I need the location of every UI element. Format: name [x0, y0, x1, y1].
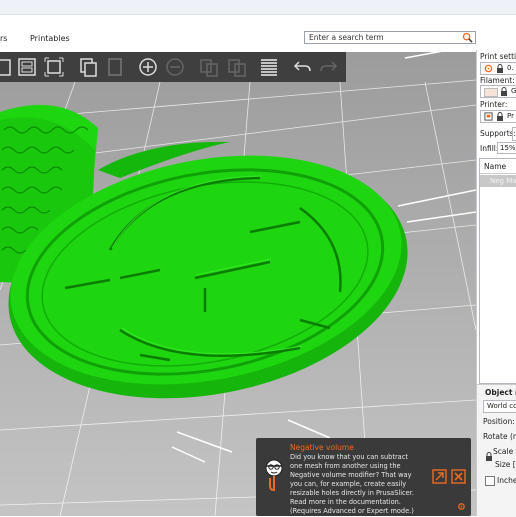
- position-label: Position:: [483, 417, 515, 426]
- print-settings-combo[interactable]: 0.: [480, 62, 516, 75]
- documentation-icon[interactable]: [432, 469, 447, 484]
- copy-objects-icon[interactable]: [77, 56, 99, 78]
- filament-combo[interactable]: G: [480, 85, 516, 98]
- supports-combo[interactable]: [512, 127, 516, 141]
- lock-icon: [501, 87, 507, 96]
- search-icon[interactable]: [462, 32, 473, 43]
- scale-label: Scale f: [493, 447, 516, 456]
- arrange-selection-icon[interactable]: [43, 56, 65, 78]
- hint-body: Did you know that you can subtract one m…: [290, 453, 414, 515]
- undo-icon[interactable]: [291, 56, 313, 78]
- object-manipulation-label: Object ma: [485, 388, 516, 397]
- remove-instance-icon[interactable]: [164, 56, 186, 78]
- print-settings-value: 0.: [507, 64, 514, 72]
- close-icon[interactable]: [451, 469, 466, 484]
- hint-notification: Negative volume Did you know that you ca…: [256, 438, 471, 516]
- rotate-label: Rotate (rel: [483, 432, 516, 441]
- print-settings-label: Print setting: [480, 52, 516, 61]
- split-objects-icon[interactable]: [198, 56, 220, 78]
- filament-label: Filament:: [480, 76, 515, 85]
- object-list[interactable]: Name Neg Ma: [479, 158, 516, 384]
- infill-value: 15%: [500, 144, 516, 152]
- paste-icon[interactable]: [104, 56, 126, 78]
- size-label: Size [V: [495, 460, 516, 469]
- redo-icon[interactable]: [318, 56, 340, 78]
- arrange-icon[interactable]: [16, 56, 38, 78]
- add-instance-icon[interactable]: [137, 56, 159, 78]
- search-input[interactable]: [307, 32, 461, 43]
- filament-value: G: [511, 87, 516, 95]
- menu-item-printables[interactable]: Printables: [30, 34, 70, 43]
- filament-color-icon[interactable]: [484, 88, 498, 97]
- layers-editing-icon[interactable]: [258, 56, 280, 78]
- split-parts-icon[interactable]: [226, 56, 248, 78]
- coordinates-combo[interactable]: World co: [483, 400, 516, 413]
- lock-icon: [497, 112, 503, 121]
- top-toolbar: [0, 52, 346, 82]
- copy-icon[interactable]: [0, 56, 14, 78]
- gear-icon[interactable]: [457, 502, 466, 511]
- printer-icon: [484, 112, 493, 121]
- lock-icon[interactable]: [485, 452, 493, 461]
- printer-value: Pr: [507, 112, 514, 120]
- inches-checkbox[interactable]: [485, 476, 495, 486]
- print-settings-icon: [484, 64, 493, 73]
- object-list-header: Name: [484, 162, 507, 171]
- printer-combo[interactable]: Pr: [480, 110, 516, 123]
- list-item[interactable]: Neg Ma: [480, 175, 516, 187]
- right-sidebar: Print setting 0. Filament: G Printer: Pr…: [476, 50, 516, 517]
- list-item-label: Neg Ma: [490, 177, 516, 185]
- window-title-bar: [0, 0, 516, 15]
- hint-title: Negative volume: [290, 443, 354, 452]
- object-manipulation-panel: Object ma World co Position: Rotate (rel…: [477, 384, 516, 517]
- hint-mascot-icon: [265, 459, 283, 492]
- inches-label: Inches: [497, 476, 516, 485]
- lock-icon: [497, 64, 503, 73]
- supports-label: Supports:: [480, 129, 516, 138]
- search-box[interactable]: [304, 31, 476, 44]
- printer-label: Printer:: [480, 100, 508, 109]
- menu-item-settings-tabs[interactable]: rs: [0, 34, 7, 43]
- infill-label: Infill:: [480, 144, 499, 153]
- coordinates-value: World co: [487, 402, 516, 410]
- infill-combo[interactable]: 15%: [497, 142, 516, 154]
